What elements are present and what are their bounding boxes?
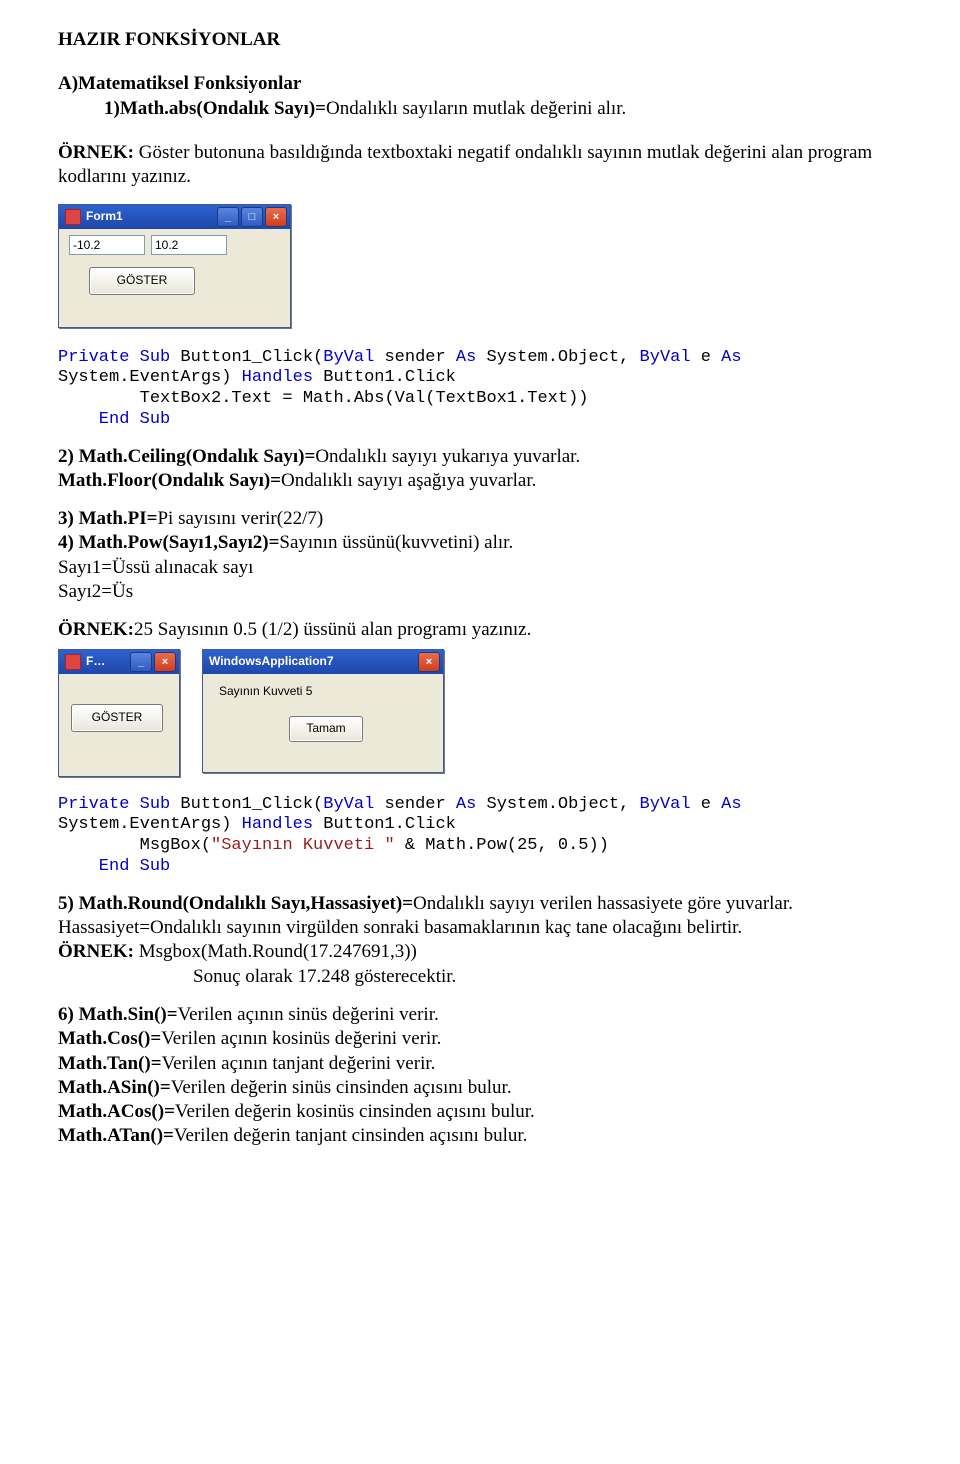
item5-desc: Ondalıklı sayıyı verilen hassasiyete gör…	[413, 893, 793, 914]
item6-acos-desc: Verilen değerin kosinüs cinsinden açısın…	[175, 1101, 535, 1122]
item6-sin-label: 6) Math.Sin()=	[58, 1004, 178, 1025]
item2b-desc: Ondalıklı sayıyı aşağıya yuvarlar.	[281, 470, 536, 491]
message-box: WindowsApplication7 × Sayının Kuvveti 5 …	[202, 649, 444, 773]
example1: ÖRNEK: Göster butonuna basıldığında text…	[58, 141, 902, 190]
item4-desc: Sayının üssünü(kuvvetini) alır.	[279, 532, 513, 553]
code-block-2: Private Sub Button1_Click(ByVal sender A…	[58, 795, 902, 878]
form1-title: Form1	[86, 209, 123, 224]
page-title: HAZIR FONKSİYONLAR	[58, 28, 902, 52]
example1-label: ÖRNEK:	[58, 142, 139, 163]
item3-desc: Pi sayısını verir(22/7)	[157, 508, 323, 529]
item2-desc: Ondalıklı sayıyı yukarıya yuvarlar.	[315, 446, 580, 467]
item2b-label: Math.Floor(Ondalık Sayı)=	[58, 470, 281, 491]
item5-label: 5) Math.Round(Ondalıklı Sayı,Hassasiyet)…	[58, 893, 413, 914]
item6-asin-desc: Verilen değerin sinüs cinsinden açısını …	[171, 1077, 512, 1098]
item4-line2: Sayı1=Üssü alınacak sayı	[58, 557, 253, 578]
item5-ex-label: ÖRNEK:	[58, 941, 139, 962]
item6-cos-desc: Verilen açının kosinüs değerini verir.	[161, 1028, 441, 1049]
item3-label: 3) Math.PI=	[58, 508, 157, 529]
f-min-button[interactable]: _	[130, 652, 152, 672]
section-a-title: A)Matematiksel Fonksiyonlar	[58, 72, 902, 96]
form1-window: Form1 _ □ × GÖSTER	[58, 204, 291, 328]
item6-tan-desc: Verilen açının tanjant değerini verir.	[162, 1053, 436, 1074]
form1-titlebar: Form1 _ □ ×	[59, 205, 290, 229]
example2-label: ÖRNEK:	[58, 619, 134, 640]
item5-line2: Hassasiyet=Ondalıklı sayının virgülden s…	[58, 917, 742, 938]
item6-sin-desc: Verilen açının sinüs değerini verir.	[178, 1004, 439, 1025]
minimize-button[interactable]: _	[217, 207, 239, 227]
f-title: F…	[86, 654, 105, 669]
popup-text: Sayının Kuvveti 5	[219, 684, 312, 699]
popup-close-button[interactable]: ×	[418, 652, 440, 672]
item5-ex-text: Msgbox(Math.Round(17.247691,3))	[139, 941, 417, 962]
item6-asin-label: Math.ASin()=	[58, 1077, 171, 1098]
popup-title: WindowsApplication7	[209, 654, 334, 669]
item6-acos-label: Math.ACos()=	[58, 1101, 175, 1122]
item5-result: Sonuç olarak 17.248 gösterecektir.	[193, 966, 456, 987]
textbox2[interactable]	[151, 235, 227, 255]
item6-atan-label: Math.ATan()=	[58, 1125, 174, 1146]
form1-icon	[65, 209, 81, 225]
code-block-1: Private Sub Button1_Click(ByVal sender A…	[58, 348, 902, 431]
f-icon	[65, 654, 81, 670]
item1-label: 1)Math.abs(Ondalık Sayı)=	[104, 98, 326, 119]
item6-tan-label: Math.Tan()=	[58, 1053, 162, 1074]
f-close-button[interactable]: ×	[154, 652, 176, 672]
ok-button[interactable]: Tamam	[289, 716, 363, 742]
item4-line3: Sayı2=Üs	[58, 581, 133, 602]
item6-cos-label: Math.Cos()=	[58, 1028, 161, 1049]
item2-label: 2) Math.Ceiling(Ondalık Sayı)=	[58, 446, 315, 467]
textbox1[interactable]	[69, 235, 145, 255]
maximize-button[interactable]: □	[241, 207, 263, 227]
f-titlebar: F… _ ×	[59, 650, 179, 674]
f-window: F… _ × GÖSTER	[58, 649, 180, 777]
close-button[interactable]: ×	[265, 207, 287, 227]
goster-button-2[interactable]: GÖSTER	[71, 704, 163, 732]
item1-desc: Ondalıklı sayıların mutlak değerini alır…	[326, 98, 626, 119]
item4-label: 4) Math.Pow(Sayı1,Sayı2)=	[58, 532, 279, 553]
goster-button[interactable]: GÖSTER	[89, 267, 195, 295]
item6-atan-desc: Verilen değerin tanjant cinsinden açısın…	[174, 1125, 528, 1146]
popup-titlebar: WindowsApplication7 ×	[203, 650, 443, 674]
example2-text: 25 Sayısının 0.5 (1/2) üssünü alan progr…	[134, 619, 531, 640]
example1-text: Göster butonuna basıldığında textboxtaki…	[58, 142, 872, 187]
